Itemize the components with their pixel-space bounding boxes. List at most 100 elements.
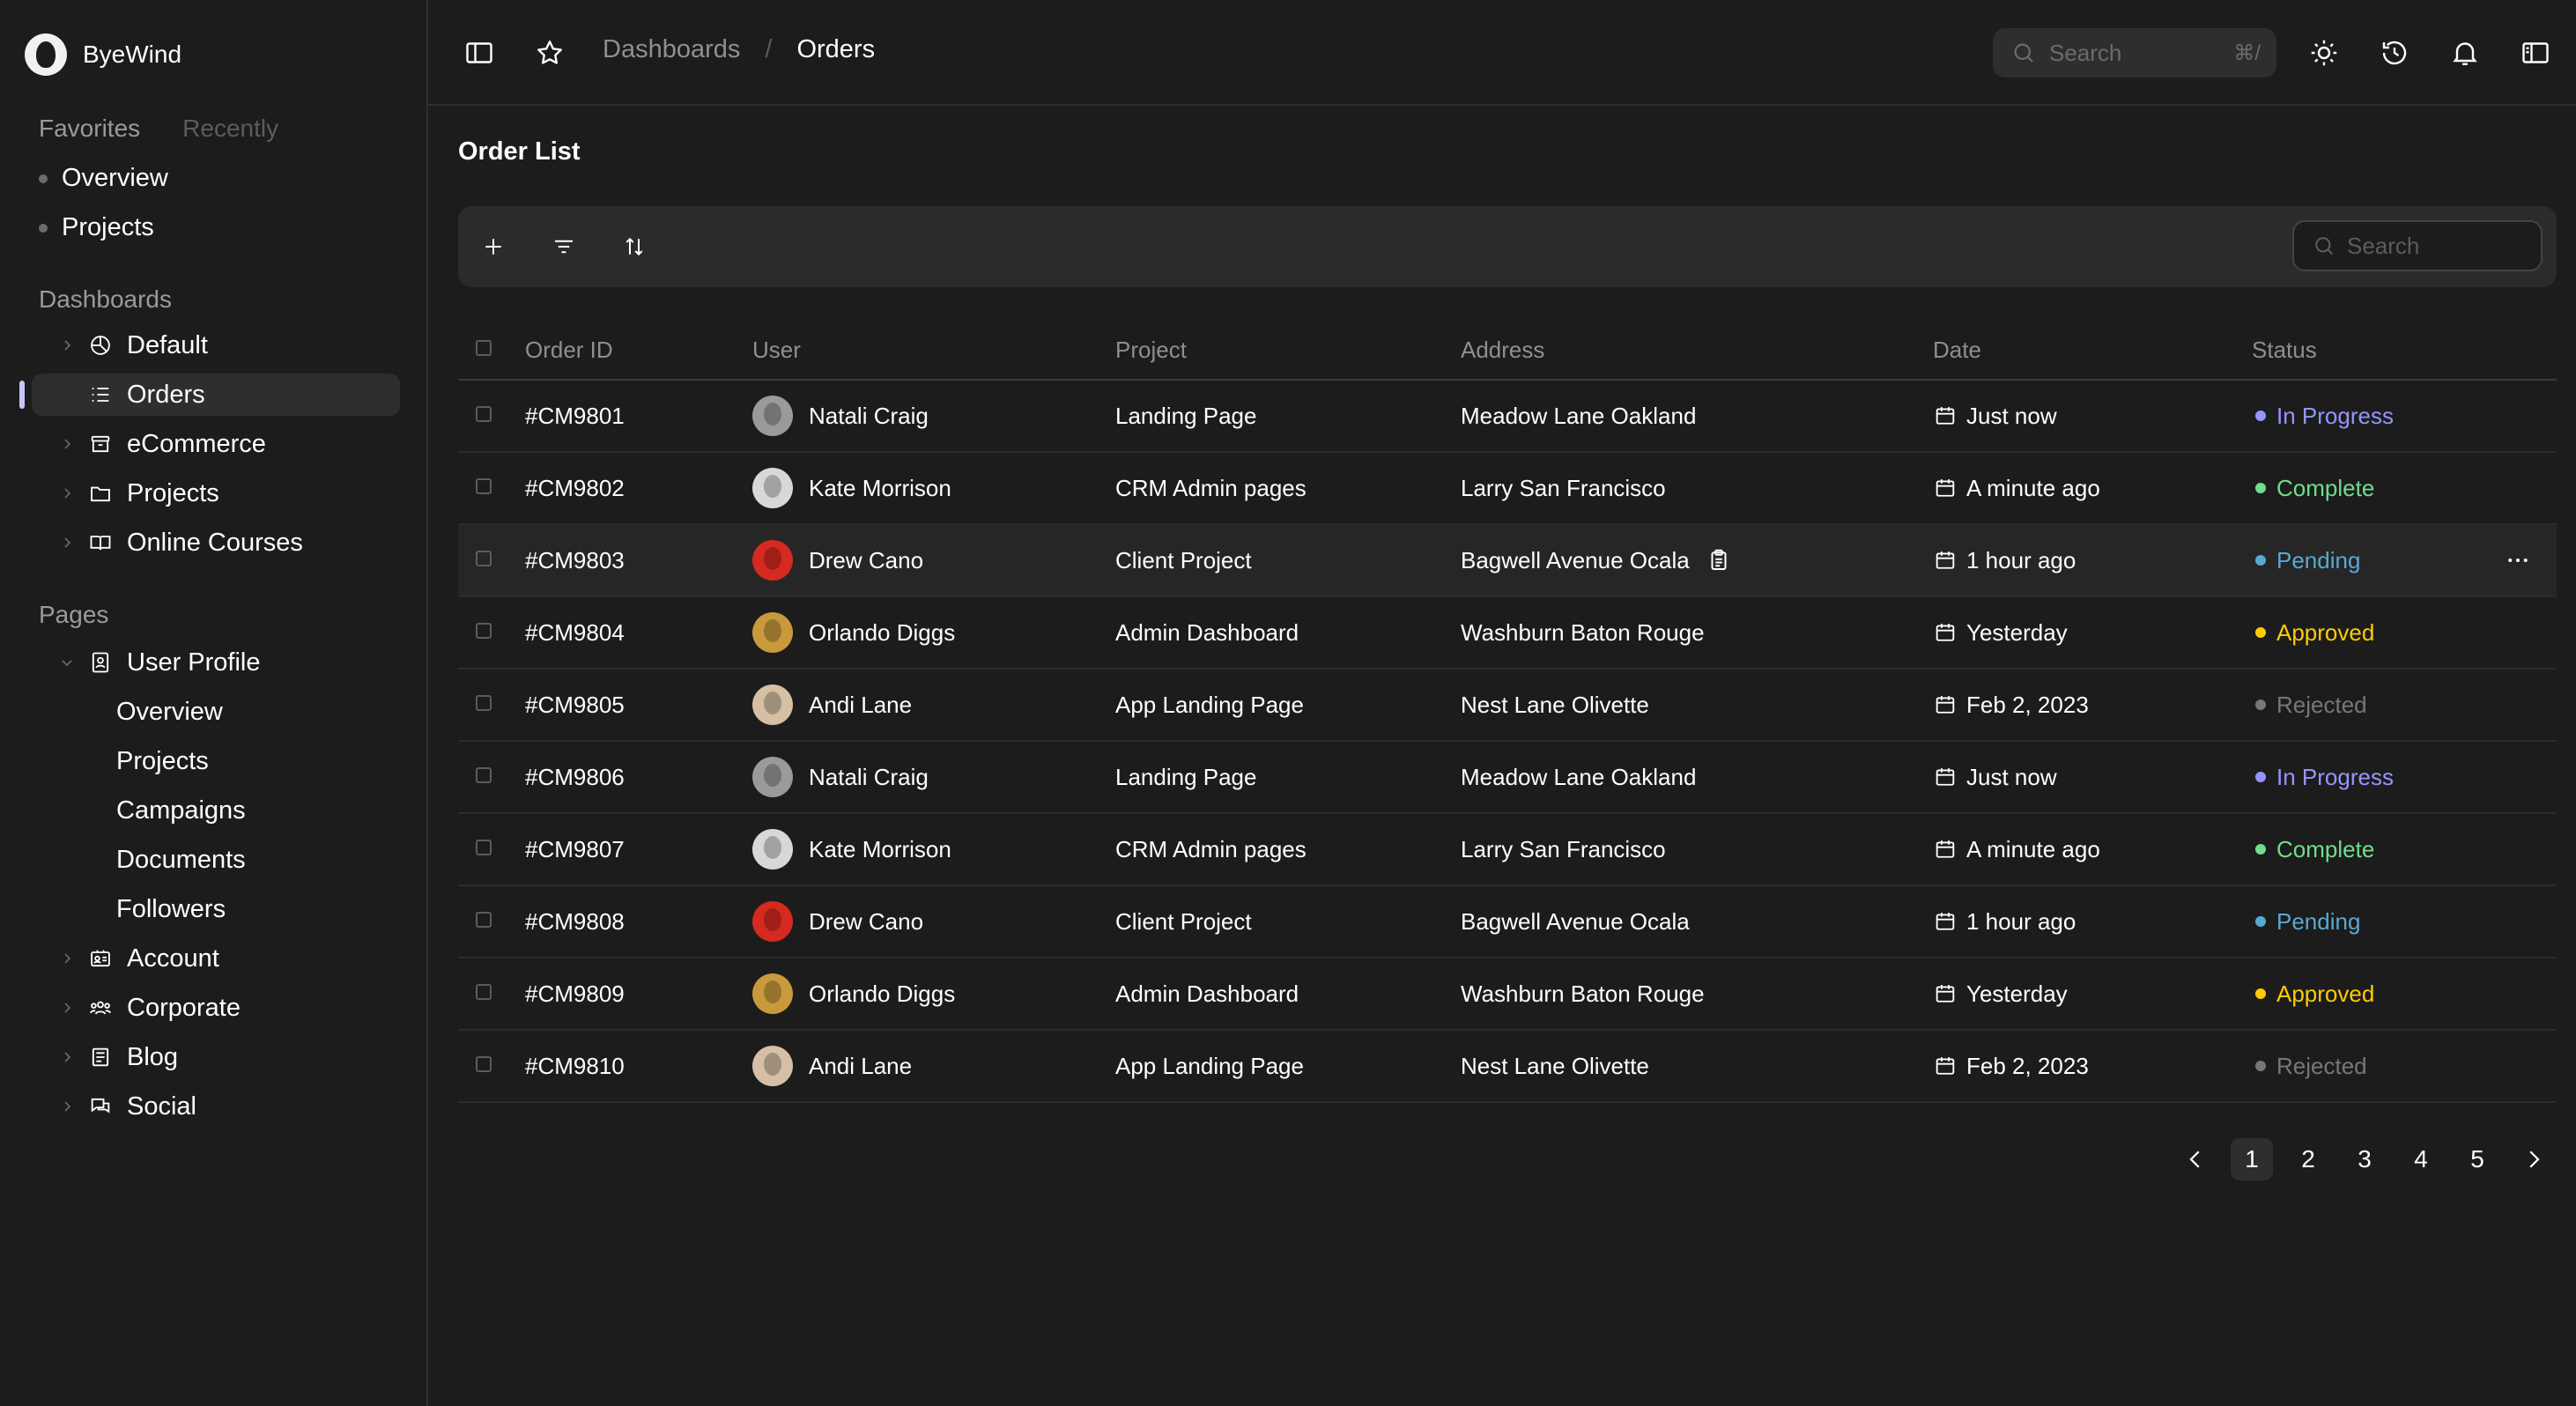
favorite-item-overview[interactable]: Overview: [39, 164, 168, 193]
sidebar-item-label: Corporate: [127, 993, 241, 1022]
column-header-project[interactable]: Project: [1115, 337, 1187, 364]
sidebar-item-orders[interactable]: Orders: [32, 374, 400, 416]
tab-recently[interactable]: Recently: [182, 115, 278, 143]
filter-icon[interactable]: [546, 229, 581, 264]
sidebar-item-corporate[interactable]: Corporate: [32, 987, 400, 1029]
page-button-2[interactable]: 2: [2287, 1138, 2329, 1180]
table-header: Order ID User Project Address Date Statu…: [458, 331, 2557, 381]
bell-icon[interactable]: [2447, 35, 2483, 70]
sun-icon[interactable]: [2306, 35, 2342, 70]
address-cell: Larry San Francisco: [1461, 814, 1666, 884]
row-checkbox[interactable]: [476, 1056, 492, 1072]
table-row[interactable]: #CM9810 Andi Lane App Landing Page Nest Lan…: [458, 1031, 2557, 1103]
sidebar-subitem-overview[interactable]: Overview: [32, 691, 400, 733]
sidebar-subitem-documents[interactable]: Documents: [32, 839, 400, 881]
row-checkbox[interactable]: [476, 406, 492, 422]
calendar-icon: [1936, 913, 1955, 930]
address-text: Larry San Francisco: [1461, 835, 1666, 862]
order-id: #CM9808: [525, 907, 625, 935]
brand[interactable]: ByeWind: [25, 33, 181, 76]
chevron-right-icon[interactable]: [56, 1096, 78, 1117]
table-search-input[interactable]: Search: [2292, 220, 2543, 271]
row-checkbox[interactable]: [476, 984, 492, 1000]
user-name: Natali Craig: [809, 402, 929, 429]
history-icon[interactable]: [2377, 35, 2412, 70]
row-checkbox[interactable]: [476, 623, 492, 639]
breadcrumb-dashboards[interactable]: Dashboards: [603, 35, 740, 64]
chevron-right-icon[interactable]: [56, 997, 78, 1018]
project-name: Admin Dashboard: [1115, 980, 1299, 1007]
panel-toggle-icon[interactable]: [2518, 35, 2553, 70]
select-all-checkbox[interactable]: [476, 340, 492, 356]
add-icon[interactable]: [476, 229, 511, 264]
page-button-5[interactable]: 5: [2456, 1138, 2498, 1180]
chevron-right-icon[interactable]: [56, 948, 78, 969]
chevron-right-icon[interactable]: [56, 433, 78, 455]
chevron-right-icon[interactable]: [56, 532, 78, 553]
sidebar-item-ecommerce[interactable]: eCommerce: [32, 423, 400, 465]
sidebar-toggle-icon[interactable]: [462, 35, 497, 70]
more-options-icon[interactable]: [2502, 544, 2534, 576]
sidebar-item-account[interactable]: Account: [32, 937, 400, 980]
sort-icon[interactable]: [617, 229, 652, 264]
avatar: [752, 901, 793, 942]
column-header-order-id[interactable]: Order ID: [525, 337, 613, 364]
row-checkbox[interactable]: [476, 767, 492, 783]
sidebar-item-label: Online Courses: [127, 528, 303, 557]
row-checkbox[interactable]: [476, 478, 492, 494]
table-row[interactable]: #CM9805 Andi Lane App Landing Page Nest Lan…: [458, 670, 2557, 742]
status-text: In Progress: [2276, 402, 2394, 429]
global-search-input[interactable]: Search ⌘/: [1993, 28, 2276, 78]
chevron-right-icon[interactable]: [56, 483, 78, 504]
status-badge: Complete: [2255, 453, 2374, 523]
address-cell: Larry San Francisco: [1461, 453, 1666, 523]
bullet-icon: [39, 223, 48, 233]
row-checkbox[interactable]: [476, 695, 492, 711]
clipboard-copy-icon[interactable]: [1706, 547, 1732, 574]
table-row[interactable]: #CM9807 Kate Morrison CRM Admin pages Larry…: [458, 814, 2557, 886]
chevron-right-icon[interactable]: [56, 1047, 78, 1068]
column-header-date[interactable]: Date: [1933, 337, 1981, 364]
tab-favorites[interactable]: Favorites: [39, 115, 140, 143]
column-header-address[interactable]: Address: [1461, 337, 1544, 364]
sidebar-subitem-campaigns[interactable]: Campaigns: [32, 789, 400, 832]
table-row[interactable]: #CM9802 Kate Morrison CRM Admin pages Larry…: [458, 453, 2557, 525]
sidebar-item-projects[interactable]: Projects: [32, 472, 400, 514]
row-checkbox[interactable]: [476, 912, 492, 928]
row-checkbox[interactable]: [476, 551, 492, 566]
status-badge: Complete: [2255, 814, 2374, 884]
date-cell: Feb 2, 2023: [1933, 670, 2089, 740]
column-header-user[interactable]: User: [752, 337, 801, 364]
favorite-item-projects[interactable]: Projects: [39, 213, 154, 242]
page-button-3[interactable]: 3: [2343, 1138, 2386, 1180]
sidebar-item-default[interactable]: Default: [32, 324, 400, 366]
chevron-down-icon[interactable]: [56, 652, 78, 673]
table-row[interactable]: #CM9801 Natali Craig Landing Page Meadow La…: [458, 381, 2557, 453]
row-checkbox[interactable]: [476, 840, 492, 855]
page-button-4[interactable]: 4: [2400, 1138, 2442, 1180]
prev-page-chevron-left-icon[interactable]: [2174, 1138, 2217, 1180]
table-row[interactable]: #CM9808 Drew Cano Client Project Bagwell Av…: [458, 886, 2557, 958]
user-name: Andi Lane: [809, 691, 913, 718]
sidebar-item-blog[interactable]: Blog: [32, 1036, 400, 1078]
sidebar-item-user-profile[interactable]: User Profile: [32, 641, 400, 684]
section-label-dashboards: Dashboards: [39, 285, 172, 313]
next-page-chevron-right-icon[interactable]: [2513, 1138, 2555, 1180]
date-text: Feb 2, 2023: [1966, 1052, 2089, 1079]
sidebar-subitem-projects[interactable]: Projects: [32, 740, 400, 782]
sidebar-subitem-followers[interactable]: Followers: [32, 888, 400, 930]
sidebar-item-social[interactable]: Social: [32, 1085, 400, 1128]
table-row[interactable]: #CM9803 Drew Cano Client Project Bagwell Av…: [458, 525, 2557, 597]
chevron-right-icon[interactable]: [56, 335, 78, 356]
address-text: Larry San Francisco: [1461, 474, 1666, 501]
list-icon: [86, 381, 115, 409]
column-header-status[interactable]: Status: [2252, 337, 2317, 364]
table-row[interactable]: #CM9806 Natali Craig Landing Page Meadow La…: [458, 742, 2557, 814]
sidebar-item-online-courses[interactable]: Online Courses: [32, 522, 400, 564]
table-row[interactable]: #CM9809 Orlando Diggs Admin Dashboard Washb…: [458, 958, 2557, 1031]
page-button-1[interactable]: 1: [2231, 1138, 2273, 1180]
table-row[interactable]: #CM9804 Orlando Diggs Admin Dashboard Washb…: [458, 597, 2557, 670]
star-icon[interactable]: [532, 35, 567, 70]
status-badge: Approved: [2255, 597, 2374, 668]
calendar-icon: [1936, 1057, 1955, 1075]
